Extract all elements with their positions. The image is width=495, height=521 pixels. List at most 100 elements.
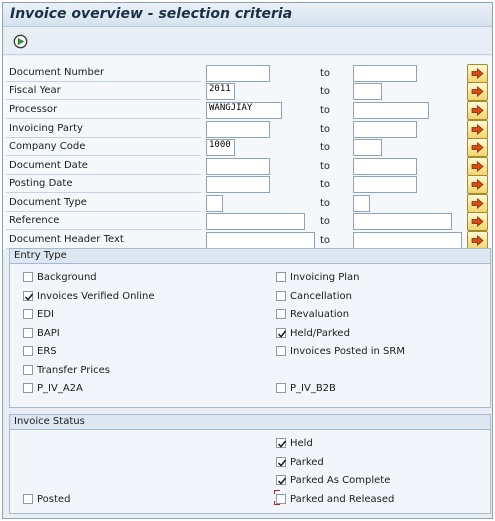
document-header-text-to-input[interactable]: [353, 232, 462, 249]
label-processor: Processor: [6, 103, 201, 119]
application-toolbar: [3, 28, 492, 55]
row-company-code: Company Code 1000 to: [3, 138, 492, 157]
row-posting-date: Posting Date to: [3, 175, 492, 194]
fiscal-year-to-input[interactable]: [353, 83, 382, 100]
label-document-header-text: Document Header Text: [6, 233, 201, 249]
reference-to-input[interactable]: [353, 213, 452, 230]
arrow-right-icon: [471, 216, 484, 227]
label-document-type: Document Type: [6, 196, 201, 212]
document-number-to-input[interactable]: [353, 65, 417, 82]
entry-type-header: Entry Type: [10, 249, 490, 264]
checkbox-box: [276, 328, 287, 338]
row-reference: Reference to: [3, 212, 492, 231]
checkbox-label: Invoices Verified Online: [37, 291, 155, 302]
multiple-selection-button[interactable]: [467, 194, 488, 213]
checkbox-label: Held/Parked: [290, 328, 350, 339]
checkbox-label: Background: [37, 272, 97, 283]
document-type-from-input[interactable]: [206, 195, 223, 212]
label-company-code: Company Code: [6, 140, 201, 156]
posting-date-from-input[interactable]: [206, 176, 270, 193]
selection-fields: Document Number to Fiscal Year 2011 to P…: [3, 56, 492, 250]
execute-button[interactable]: [13, 34, 28, 49]
multiple-selection-button[interactable]: [467, 120, 488, 139]
execute-clock-icon: [13, 34, 28, 49]
checkbox-label: EDI: [37, 309, 54, 320]
to-label: to: [320, 198, 331, 209]
checkbox-label: Revaluation: [290, 309, 350, 320]
checkmark-icon: [277, 459, 287, 467]
label-fiscal-year: Fiscal Year: [6, 84, 201, 100]
checkbox-box: [276, 291, 286, 301]
multiple-selection-button[interactable]: [467, 175, 488, 194]
checkbox-label: BAPI: [37, 328, 60, 339]
arrow-right-icon: [471, 105, 484, 116]
checkbox-box: [276, 346, 286, 356]
checkmark-icon: [277, 477, 287, 485]
focus-marker: [274, 501, 275, 505]
arrow-right-icon: [471, 161, 484, 172]
multiple-selection-button[interactable]: [467, 157, 488, 176]
checkmark-icon: [277, 330, 287, 338]
row-document-number: Document Number to: [3, 64, 492, 83]
row-document-date: Document Date to: [3, 157, 492, 176]
label-posting-date: Posting Date: [6, 177, 201, 193]
multiple-selection-button[interactable]: [467, 138, 488, 157]
row-fiscal-year: Fiscal Year 2011 to: [3, 82, 492, 101]
checkbox-box: [23, 494, 33, 504]
fiscal-year-from-input[interactable]: 2011: [206, 83, 235, 100]
checkbox-label: Parked As Complete: [290, 475, 391, 486]
company-code-from-input[interactable]: 1000: [206, 139, 235, 156]
document-type-to-input[interactable]: [353, 195, 370, 212]
checkbox-box: [23, 365, 33, 375]
label-invoicing-party: Invoicing Party: [6, 122, 201, 138]
invoice-status-header: Invoice Status: [10, 415, 490, 430]
to-label: to: [320, 179, 331, 190]
checkbox-label: Invoices Posted in SRM: [290, 346, 405, 357]
to-label: to: [320, 68, 331, 79]
document-date-from-input[interactable]: [206, 158, 270, 175]
reference-from-input[interactable]: [206, 213, 305, 230]
multiple-selection-button[interactable]: [467, 82, 488, 101]
checkbox-label: Parked and Released: [290, 494, 395, 505]
checkbox-box: [23, 346, 33, 356]
checkbox-box: [23, 291, 34, 301]
multiple-selection-button[interactable]: [467, 101, 488, 120]
checkbox-box: [276, 272, 286, 282]
checkbox-box: [23, 309, 33, 319]
document-number-from-input[interactable]: [206, 65, 270, 82]
checkbox-box: [276, 309, 286, 319]
checkbox-box: [276, 475, 287, 485]
checkbox-label: Transfer Prices: [37, 365, 110, 376]
document-date-to-input[interactable]: [353, 158, 417, 175]
label-document-date: Document Date: [6, 159, 201, 175]
arrow-right-icon: [471, 179, 484, 190]
to-label: to: [320, 105, 331, 116]
checkbox-label: Posted: [37, 494, 71, 505]
checkbox-box: [23, 383, 33, 393]
focus-marker: [274, 490, 275, 494]
processor-from-input[interactable]: WANGJIAY: [206, 102, 282, 119]
checkbox-label: Cancellation: [290, 291, 352, 302]
to-label: to: [320, 142, 331, 153]
checkbox-label: ERS: [37, 346, 57, 357]
label-document-number: Document Number: [6, 66, 201, 82]
row-invoicing-party: Invoicing Party to: [3, 120, 492, 139]
company-code-to-input[interactable]: [353, 139, 382, 156]
invoicing-party-to-input[interactable]: [353, 121, 417, 138]
invoice-status-group: Invoice Status Held Parked Parked As Com…: [9, 414, 491, 514]
to-label: to: [320, 124, 331, 135]
multiple-selection-button[interactable]: [467, 212, 488, 231]
processor-to-input[interactable]: [353, 102, 429, 119]
document-header-text-from-input[interactable]: [206, 232, 315, 249]
to-label: to: [320, 235, 331, 246]
checkbox-label: Invoicing Plan: [290, 272, 360, 283]
title-bar: Invoice overview - selection criteria: [3, 3, 492, 27]
posting-date-to-input[interactable]: [353, 176, 417, 193]
checkbox-label: Held: [290, 438, 313, 449]
to-label: to: [320, 161, 331, 172]
arrow-right-icon: [471, 86, 484, 97]
multiple-selection-button[interactable]: [467, 64, 488, 83]
arrow-right-icon: [471, 124, 484, 135]
checkbox-box: [276, 438, 287, 448]
invoicing-party-from-input[interactable]: [206, 121, 270, 138]
